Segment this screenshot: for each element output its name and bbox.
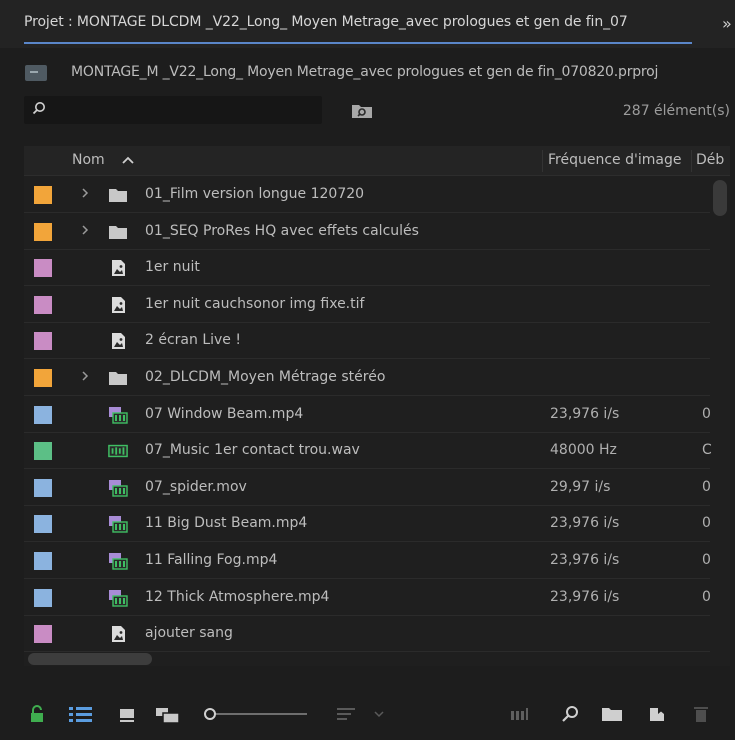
item-frame-rate: 48000 Hz	[550, 442, 617, 459]
label-color-swatch[interactable]	[34, 405, 52, 424]
vertical-scrollbar[interactable]	[710, 176, 730, 666]
more-tabs-chevron-icon[interactable]: »	[722, 14, 732, 33]
label-color-swatch[interactable]	[34, 332, 52, 351]
item-name: 2 écran Live !	[145, 332, 241, 349]
item-name: 07_Music 1er contact trou.wav	[145, 442, 360, 459]
vertical-scroll-thumb[interactable]	[713, 180, 727, 216]
new-item-icon[interactable]	[648, 704, 666, 724]
item-name: 01_SEQ ProRes HQ avec effets calculés	[145, 222, 419, 239]
audio-clip-icon	[108, 445, 128, 458]
list-item[interactable]: 07 Window Beam.mp4 23,976 i/s 0	[24, 397, 711, 433]
list-item[interactable]: ajouter sang	[24, 616, 710, 653]
video-clip-icon	[109, 589, 128, 607]
sort-icon[interactable]	[336, 704, 356, 724]
horizontal-scroll-thumb[interactable]	[28, 653, 152, 665]
zoom-slider[interactable]	[203, 704, 308, 724]
label-color-swatch[interactable]	[34, 222, 52, 241]
item-name: 07_spider.mov	[145, 478, 247, 495]
list-item[interactable]: 01_Film version longue 120720	[24, 177, 710, 213]
label-color-swatch[interactable]	[34, 552, 52, 570]
find-icon[interactable]	[561, 704, 579, 724]
column-divider[interactable]	[542, 150, 543, 172]
item-name: 1er nuit cauchsonor img fixe.tif	[145, 295, 365, 312]
horizontal-scrollbar[interactable]	[24, 652, 709, 666]
list-item[interactable]: 1er nuit cauchsonor img fixe.tif	[24, 287, 710, 323]
search-icon	[32, 102, 45, 115]
label-color-swatch[interactable]	[34, 186, 52, 204]
list-view-icon[interactable]	[68, 704, 94, 724]
item-name: ajouter sang	[145, 625, 233, 642]
expand-arrow-icon[interactable]	[80, 223, 90, 237]
column-header-frame-rate[interactable]: Fréquence d'image	[548, 152, 681, 168]
label-color-swatch[interactable]	[34, 442, 52, 461]
item-frame-rate: 23,976 i/s	[550, 405, 620, 422]
expand-arrow-icon[interactable]	[80, 186, 90, 200]
list-item[interactable]: 11 Big Dust Beam.mp4 23,976 i/s 0	[24, 506, 711, 543]
item-name: 1er nuit	[145, 259, 200, 276]
item-name: 12 Thick Atmosphere.mp4	[145, 588, 330, 605]
project-item-list: Nom Fréquence d'image Déb 01_Film versio…	[24, 146, 730, 666]
item-name: 11 Falling Fog.mp4	[145, 552, 278, 568]
item-name: 02_DLCDM_Moyen Métrage stéréo	[145, 369, 386, 385]
list-item[interactable]: 01_SEQ ProRes HQ avec effets calculés	[24, 214, 710, 250]
still-image-icon	[112, 260, 125, 277]
label-color-swatch[interactable]	[34, 478, 52, 497]
column-header-start[interactable]: Déb	[696, 152, 724, 168]
item-frame-rate: 23,976 i/s	[550, 588, 620, 605]
bin-folder-icon	[109, 225, 127, 239]
column-header-name[interactable]: Nom	[72, 152, 105, 168]
column-header-row: Nom Fréquence d'image Déb	[24, 146, 730, 176]
list-item[interactable]: 2 écran Live !	[24, 323, 710, 360]
project-path: MONTAGE_M _V22_Long_ Moyen Metrage_avec …	[71, 64, 659, 80]
item-name: 07 Window Beam.mp4	[145, 405, 304, 422]
still-image-icon	[112, 333, 125, 350]
item-frame-rate: 23,976 i/s	[550, 552, 620, 568]
video-clip-icon	[109, 553, 128, 570]
list-item[interactable]: 12 Thick Atmosphere.mp4 23,976 i/s 0	[24, 580, 711, 616]
video-clip-icon	[109, 406, 128, 424]
automate-sequence-icon[interactable]	[510, 704, 534, 724]
bin-folder-icon	[109, 189, 127, 202]
sort-ascending-icon[interactable]	[121, 154, 135, 166]
panel-title-bar: Projet : MONTAGE DLCDM _V22_Long_ Moyen …	[0, 0, 735, 48]
label-color-swatch[interactable]	[34, 295, 52, 314]
list-item[interactable]: 1er nuit	[24, 250, 710, 287]
list-item[interactable]: 02_DLCDM_Moyen Métrage stéréo	[24, 360, 710, 396]
project-tab-title[interactable]: Projet : MONTAGE DLCDM _V22_Long_ Moyen …	[24, 14, 692, 44]
item-count: 287 élément(s)	[622, 103, 730, 119]
project-path-row: MONTAGE_M _V22_Long_ Moyen Metrage_avec …	[0, 56, 735, 92]
item-frame-rate: 29,97 i/s	[550, 478, 611, 495]
lock-icon[interactable]	[30, 704, 44, 724]
freeform-view-icon[interactable]	[155, 704, 181, 724]
search-input[interactable]	[24, 96, 322, 124]
label-color-swatch[interactable]	[34, 588, 52, 607]
still-image-icon	[112, 626, 125, 643]
video-clip-icon	[109, 479, 128, 497]
item-frame-rate: 23,976 i/s	[550, 515, 620, 532]
bottom-toolbar	[0, 690, 735, 740]
active-tab-underline	[24, 42, 692, 44]
list-item[interactable]: 07_spider.mov 29,97 i/s 0	[24, 470, 711, 506]
search-in-bin-icon[interactable]	[350, 98, 374, 122]
label-color-swatch[interactable]	[34, 625, 52, 644]
clear-icon[interactable]	[693, 704, 709, 724]
list-item[interactable]: 11 Falling Fog.mp4 23,976 i/s 0	[24, 543, 711, 579]
item-name: 01_Film version longue 120720	[145, 186, 365, 202]
video-clip-icon	[109, 516, 128, 534]
icon-view-icon[interactable]	[118, 704, 136, 724]
sort-dropdown-icon[interactable]	[373, 704, 385, 724]
list-item[interactable]: 07_Music 1er contact trou.wav 48000 Hz C	[24, 433, 712, 470]
column-divider[interactable]	[691, 150, 692, 172]
bin-folder-icon	[109, 372, 127, 385]
still-image-icon	[112, 296, 125, 313]
expand-arrow-icon[interactable]	[80, 369, 90, 383]
item-name: 11 Big Dust Beam.mp4	[145, 515, 308, 532]
label-color-swatch[interactable]	[34, 515, 52, 534]
label-color-swatch[interactable]	[34, 369, 52, 387]
new-bin-icon[interactable]	[601, 704, 623, 724]
label-color-swatch[interactable]	[34, 259, 52, 278]
project-folder-icon	[25, 65, 47, 81]
